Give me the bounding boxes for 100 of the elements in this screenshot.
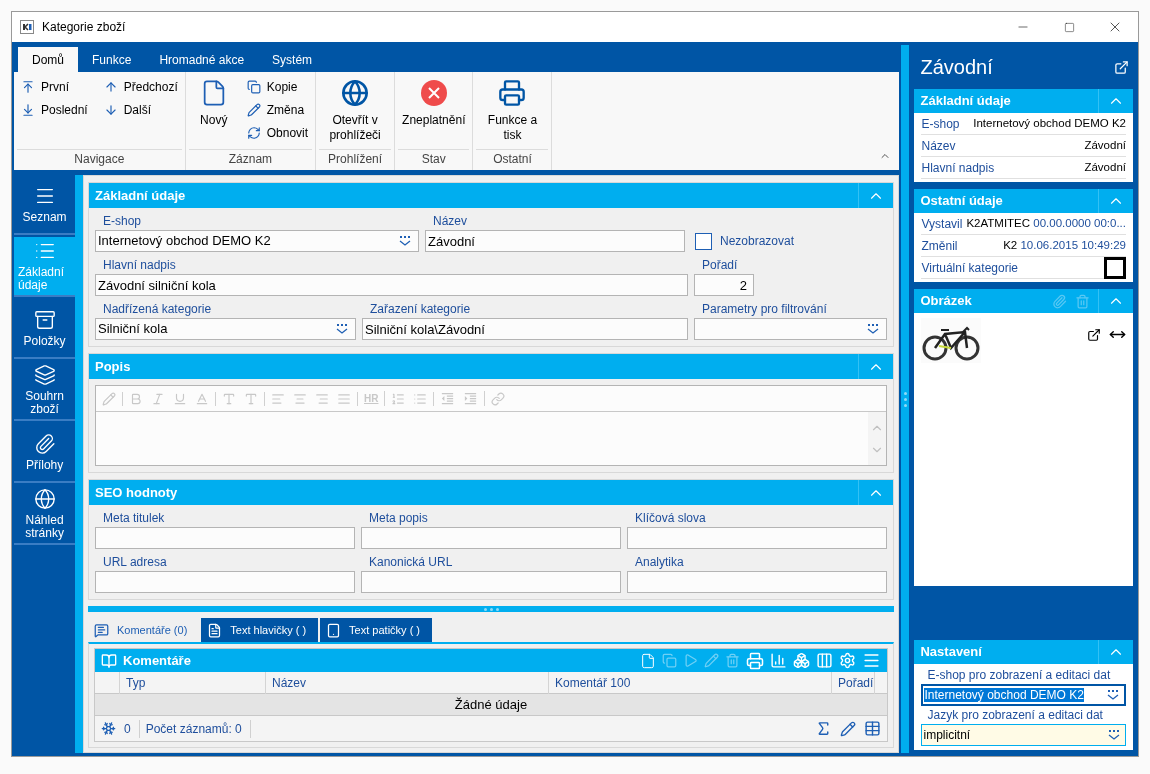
box-icon xyxy=(33,308,56,331)
settings-icon[interactable] xyxy=(839,652,856,669)
external-link-icon[interactable] xyxy=(1114,59,1129,75)
info-value: Závodní xyxy=(1084,159,1126,175)
pencil-icon[interactable] xyxy=(840,720,856,737)
align-right-icon[interactable] xyxy=(315,391,329,406)
ribbon-tab[interactable]: Domů xyxy=(18,47,78,72)
scrollbar[interactable] xyxy=(868,412,886,465)
dropdown-icon[interactable] xyxy=(335,323,349,335)
outdent-icon[interactable] xyxy=(440,391,456,406)
ribbon-button[interactable]: Funkce a tisk xyxy=(476,75,549,145)
refresh-icon xyxy=(246,125,261,140)
field-label: Jazyk pro zobrazení a editaci dat xyxy=(926,707,1104,724)
chart-icon[interactable] xyxy=(770,652,787,669)
dropdown-field[interactable]: implicitní xyxy=(921,724,1126,746)
bold-icon[interactable] xyxy=(129,391,143,406)
field-label: Meta popis xyxy=(368,510,429,527)
section-title: Obrázek xyxy=(920,292,973,311)
dropdown-icon[interactable] xyxy=(1106,689,1120,701)
section-title: Ostatní údaje xyxy=(920,192,1004,211)
align-center-icon[interactable] xyxy=(293,391,307,406)
field-label: Parametry pro filtrování xyxy=(701,301,828,318)
copy-icon xyxy=(246,79,261,94)
ribbon-tab[interactable]: Funkce xyxy=(78,47,146,72)
text-field[interactable]: Závodní silniční kola xyxy=(95,274,688,296)
empty-message: Žádné údaje xyxy=(95,694,887,716)
group-label: Stav xyxy=(398,149,470,168)
bullet-list-icon[interactable] xyxy=(413,391,428,406)
panel-splitter[interactable] xyxy=(901,45,910,753)
dropdown-icon[interactable] xyxy=(866,323,880,335)
ribbon-button[interactable]: Předchozí xyxy=(99,75,182,98)
checkbox[interactable] xyxy=(1104,256,1126,279)
trash-icon[interactable] xyxy=(725,653,740,668)
dropdown-field[interactable] xyxy=(694,318,887,340)
text-field[interactable] xyxy=(361,571,621,593)
info-value: K2 10.06.2015 10:49:29 xyxy=(1003,237,1126,253)
ribbon-button[interactable]: Obnovit xyxy=(242,121,313,144)
paperclip-icon[interactable] xyxy=(1052,293,1067,309)
italic-icon[interactable] xyxy=(151,391,165,406)
field-label: Meta titulek xyxy=(102,510,166,527)
text-field[interactable] xyxy=(95,527,355,549)
ribbon-button[interactable]: Otevřít v prohlížeči xyxy=(319,75,392,145)
tab[interactable]: Text hlavičky ( ) xyxy=(201,618,319,642)
text-color-icon[interactable] xyxy=(195,391,209,406)
ribbon-button[interactable]: První xyxy=(17,75,92,98)
snowflake-icon[interactable] xyxy=(101,721,116,736)
text-larger-icon[interactable] xyxy=(244,391,258,406)
numbered-list-icon[interactable] xyxy=(391,391,406,406)
table-icon[interactable] xyxy=(864,720,881,737)
nav-splitter[interactable] xyxy=(75,175,83,753)
text-field[interactable] xyxy=(95,571,355,593)
text-field[interactable]: Silniční kola\Závodní xyxy=(362,318,688,340)
text-field[interactable]: Závodní xyxy=(425,230,685,252)
dropdown-icon[interactable] xyxy=(398,235,412,247)
text-field[interactable] xyxy=(627,571,887,593)
ribbon-button[interactable]: Kopie xyxy=(242,75,313,98)
external-link-icon[interactable] xyxy=(1087,327,1101,342)
dropdown-field[interactable]: Internetový obchod DEMO K2 xyxy=(95,230,419,252)
align-justify-icon[interactable] xyxy=(337,391,351,406)
menu-icon[interactable] xyxy=(862,651,881,670)
ribbon-button[interactable]: Další xyxy=(99,98,182,121)
book-icon xyxy=(101,652,117,669)
underline-icon[interactable] xyxy=(173,391,187,406)
tab[interactable]: Text patičky ( ) xyxy=(320,618,432,642)
section-title: Nastavení xyxy=(920,643,983,662)
info-label: Hlavní nadpis xyxy=(921,159,995,177)
grid-title: Komentáře xyxy=(123,651,192,670)
trash-icon[interactable] xyxy=(1075,293,1090,309)
new-icon[interactable] xyxy=(640,652,656,669)
ribbon-button[interactable]: Změna xyxy=(242,98,313,121)
cubes-icon[interactable] xyxy=(793,652,810,669)
ribbon-button[interactable]: Poslední xyxy=(17,98,92,121)
copy-icon[interactable] xyxy=(662,653,677,668)
field-label: Zařazení kategorie xyxy=(369,301,472,318)
field-label: Analytika xyxy=(634,554,685,571)
ribbon-tab[interactable]: Hromadné akce xyxy=(145,47,259,72)
ribbon-tab[interactable]: Systém xyxy=(258,47,327,72)
align-left-icon[interactable] xyxy=(271,391,285,406)
field-label: Nadřízená kategorie xyxy=(102,301,213,318)
link-icon[interactable] xyxy=(491,391,506,406)
dropdown-field[interactable]: Silniční kola xyxy=(95,318,356,340)
dropdown-icon[interactable] xyxy=(1107,729,1121,741)
checkbox[interactable] xyxy=(695,232,712,250)
ribbon-button[interactable]: Nový xyxy=(188,75,239,145)
columns-icon[interactable] xyxy=(816,652,833,669)
ribbon-button[interactable]: Zneplatnění xyxy=(398,75,470,145)
printer-icon[interactable] xyxy=(746,651,764,670)
text-smaller-icon[interactable] xyxy=(222,391,236,406)
group-label: Navigace xyxy=(17,149,182,168)
layers-icon xyxy=(33,364,56,386)
dropdown-field[interactable]: Internetový obchod DEMO K2 xyxy=(921,684,1126,706)
play-icon[interactable] xyxy=(683,653,698,668)
text-field[interactable] xyxy=(627,527,887,549)
comment-icon xyxy=(94,622,109,638)
indent-icon[interactable] xyxy=(463,391,479,406)
text-field[interactable]: 2 xyxy=(694,274,754,296)
text-field[interactable] xyxy=(361,527,621,549)
splitter[interactable] xyxy=(88,606,894,612)
group-label: Ostatní xyxy=(476,149,549,168)
field-label: Pořadí xyxy=(701,257,739,274)
